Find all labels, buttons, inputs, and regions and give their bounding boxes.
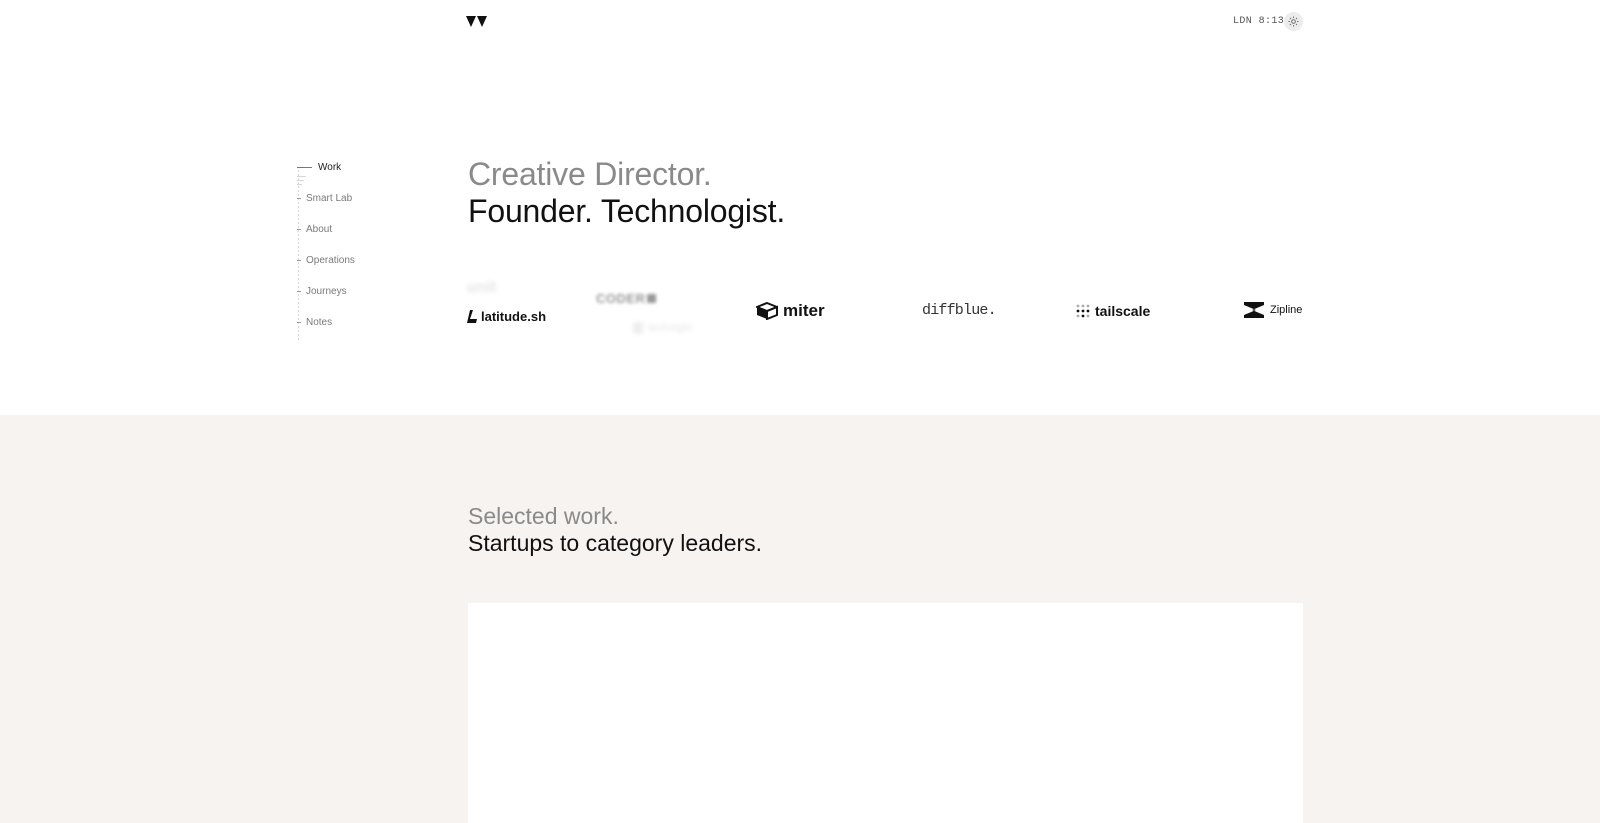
latitude-mark-icon <box>467 310 477 323</box>
nav-item-label: Journeys <box>306 285 347 297</box>
client-logo-diffblue: diffblue. <box>922 302 997 319</box>
nav-item-label: About <box>306 223 333 235</box>
client-logo-text: Zipline <box>1270 304 1303 316</box>
nav-tick <box>297 290 301 292</box>
location-clock: LDN 8:13 <box>1233 16 1285 27</box>
nav-item-label: Notes <box>306 316 333 328</box>
client-logo-text: diffblue. <box>922 302 997 319</box>
nav-tick <box>297 259 301 261</box>
client-logo-tailscale: tailscale <box>1076 303 1150 319</box>
hero-heading: Creative Director. Founder. Technologist… <box>468 156 785 230</box>
zipline-mark-icon <box>1244 302 1264 318</box>
hero-role-line: Creative Director. <box>468 156 712 192</box>
client-logo-latitude: latitude.sh <box>467 309 546 324</box>
client-logo-text: CODER <box>596 291 646 306</box>
nav-item-journeys[interactable]: Journeys <box>297 284 347 298</box>
client-logo-text: latitude.sh <box>481 309 547 324</box>
nav-item-label: Work <box>318 161 342 173</box>
work-card[interactable] <box>468 603 1303 823</box>
nav-minor-tick <box>297 184 302 185</box>
nav-minor-tick <box>297 176 306 177</box>
theme-toggle-button[interactable] <box>1284 12 1303 31</box>
nav-tick <box>297 321 301 323</box>
sun-icon <box>1288 16 1299 27</box>
tailscale-dots-icon <box>1076 304 1090 318</box>
client-logo-text: techsight <box>648 322 693 334</box>
nav-tick <box>297 228 301 230</box>
page: LDN 8:13 Work Smart Lab About Operations… <box>0 0 1600 823</box>
client-logo-text: miter <box>783 301 825 320</box>
client-logo-text: tailscale <box>1095 303 1151 319</box>
nav-tick <box>297 197 301 199</box>
client-logo-techsight: techsight <box>633 322 692 334</box>
techsight-mark-icon <box>633 322 643 334</box>
nav-item-about[interactable]: About <box>297 222 332 236</box>
hero-title-line: Founder. Technologist. <box>468 193 786 229</box>
nav-item-label: Smart Lab <box>306 192 353 204</box>
selected-work-subtitle: Startups to category leaders. <box>468 530 763 556</box>
selected-work-title: Selected work. <box>468 503 619 529</box>
miter-cube-icon <box>756 302 778 320</box>
selected-work-section: Selected work. Startups to category lead… <box>0 415 1600 823</box>
nav-tick <box>297 166 312 168</box>
nav-item-work[interactable]: Work <box>297 160 341 174</box>
client-logo-coder: CODER <box>596 291 657 306</box>
client-logo-zipline: Zipline <box>1243 301 1302 319</box>
selected-work-heading: Selected work. Startups to category lead… <box>468 503 762 557</box>
nav-item-label: Operations <box>306 254 355 266</box>
coder-mark-icon <box>647 294 657 303</box>
client-logo-text: unit <box>467 279 497 296</box>
nav-item-operations[interactable]: Operations <box>297 253 355 267</box>
nav-item-notes[interactable]: Notes <box>297 315 332 329</box>
nav-minor-tick <box>297 180 304 181</box>
nav-item-smart-lab[interactable]: Smart Lab <box>297 191 352 205</box>
client-logo-miter: miter <box>756 301 825 321</box>
client-logo-unit: unit <box>467 279 496 297</box>
double-triangle-logo-icon[interactable] <box>466 15 488 29</box>
